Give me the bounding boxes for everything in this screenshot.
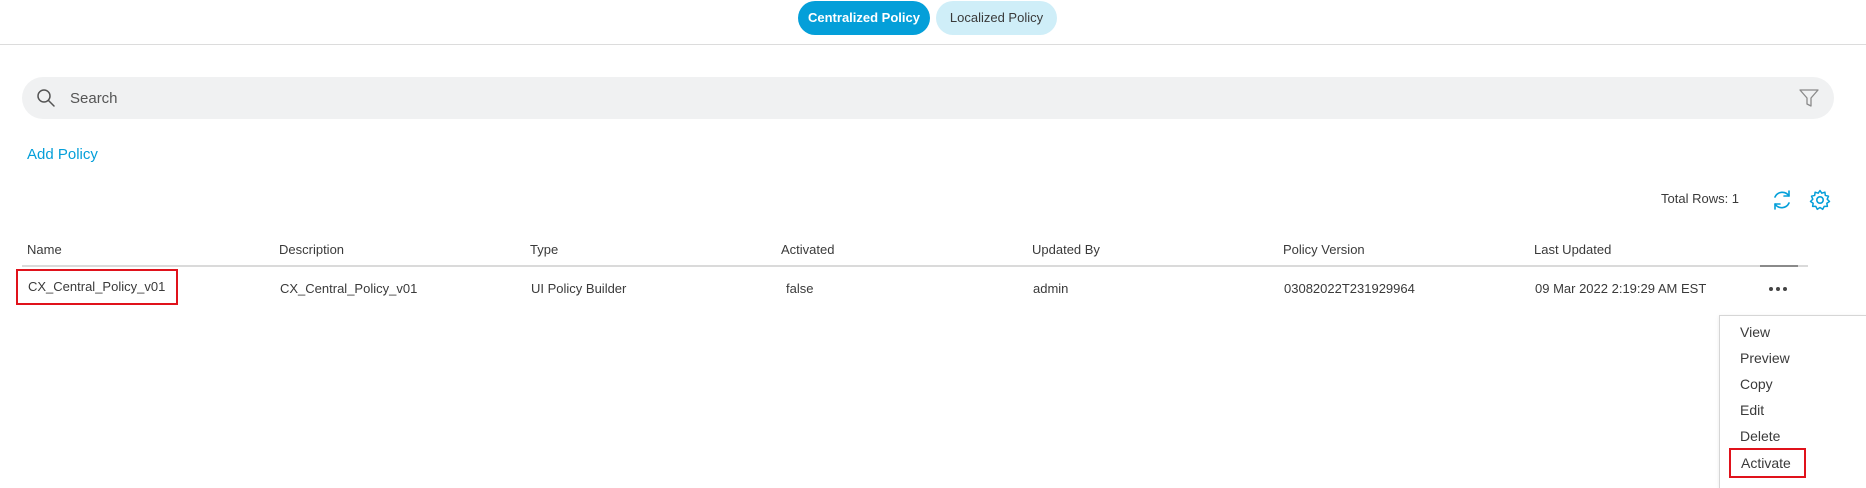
search-icon: [37, 89, 55, 107]
search-bar: [22, 77, 1834, 119]
policy-updated-by-cell: admin: [1033, 281, 1069, 296]
menu-item-view[interactable]: View: [1740, 324, 1770, 340]
column-header-type[interactable]: Type: [530, 242, 558, 257]
row-actions-menu: View Preview Copy Edit Delete Activate: [1719, 315, 1866, 488]
total-rows-label: Total Rows: 1: [1661, 191, 1740, 206]
column-header-activated[interactable]: Activated: [781, 242, 834, 257]
policy-name-cell[interactable]: CX_Central_Policy_v01: [16, 269, 178, 305]
policy-version-cell: 03082022T231929964: [1284, 281, 1415, 296]
menu-item-delete[interactable]: Delete: [1740, 428, 1780, 444]
menu-item-activate[interactable]: Activate: [1729, 448, 1806, 478]
table-header-divider: [22, 265, 1808, 267]
policy-description-cell: CX_Central_Policy_v01: [280, 281, 418, 296]
column-header-name[interactable]: Name: [27, 242, 62, 257]
policy-type-cell: UI Policy Builder: [531, 281, 627, 296]
filter-icon[interactable]: [1798, 87, 1820, 109]
policy-activated-cell: false: [786, 281, 814, 296]
policy-last-updated-cell: 09 Mar 2022 2:19:29 AM EST: [1535, 281, 1707, 296]
menu-item-edit[interactable]: Edit: [1740, 402, 1764, 418]
column-header-updated-by[interactable]: Updated By: [1032, 242, 1100, 257]
column-header-last-updated[interactable]: Last Updated: [1534, 242, 1611, 257]
refresh-icon[interactable]: [1770, 188, 1794, 212]
tab-localized-policy[interactable]: Localized Policy: [936, 1, 1057, 35]
menu-item-copy[interactable]: Copy: [1740, 376, 1773, 392]
column-header-policy-version[interactable]: Policy Version: [1283, 242, 1365, 257]
tab-centralized-policy[interactable]: Centralized Policy: [798, 1, 930, 35]
menu-item-preview[interactable]: Preview: [1740, 350, 1790, 366]
more-horizontal-icon[interactable]: [1766, 280, 1790, 298]
search-input[interactable]: [70, 83, 1770, 113]
gear-icon[interactable]: [1808, 188, 1832, 212]
add-policy-link[interactable]: Add Policy: [27, 146, 98, 163]
column-header-description[interactable]: Description: [279, 242, 344, 257]
policy-type-toggle: Centralized Policy Localized Policy: [0, 0, 1866, 45]
table-header-divider-accent: [1760, 265, 1798, 267]
